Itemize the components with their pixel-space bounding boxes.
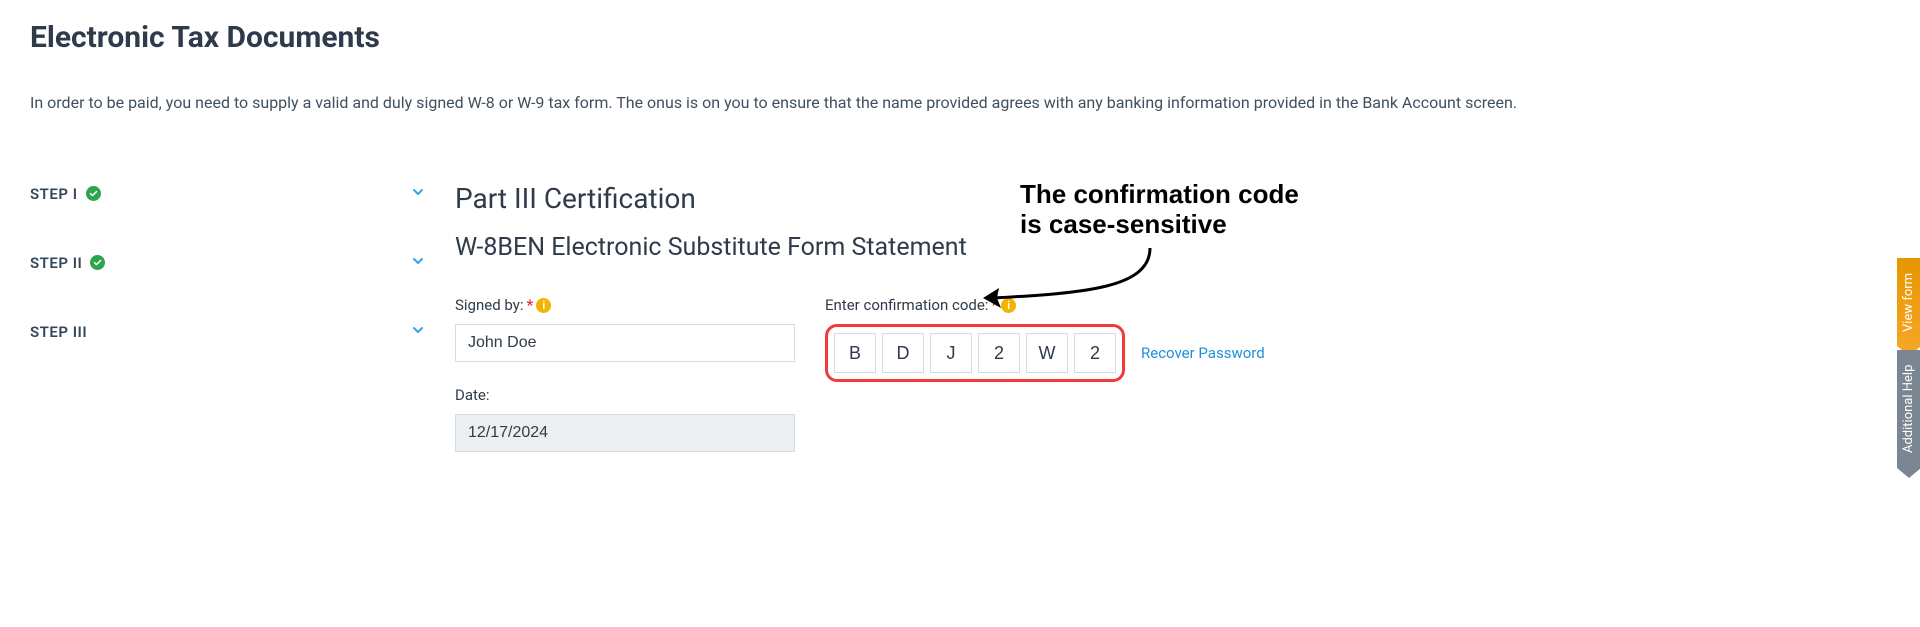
annotation-callout: The confirmation code is case-sensitive — [1020, 180, 1420, 240]
step-2[interactable]: STEP II — [30, 251, 425, 274]
info-icon[interactable]: i — [536, 298, 551, 313]
step-label: STEP II — [30, 254, 82, 272]
code-cell-2[interactable] — [882, 333, 924, 373]
chevron-down-icon — [411, 322, 425, 341]
check-icon — [90, 255, 105, 270]
page-title: Electronic Tax Documents — [30, 20, 1890, 55]
chevron-down-icon — [411, 253, 425, 272]
annotation-arrow-icon — [975, 238, 1205, 318]
code-cell-4[interactable] — [978, 333, 1020, 373]
step-nav: STEP I STEP II — [30, 182, 425, 389]
code-cell-6[interactable] — [1074, 333, 1116, 373]
intro-text: In order to be paid, you need to supply … — [30, 93, 1890, 112]
required-star-icon: * — [526, 296, 533, 314]
annotation-line-1: The confirmation code — [1020, 179, 1299, 209]
date-input — [455, 414, 795, 452]
code-cell-3[interactable] — [930, 333, 972, 373]
annotation-line-2: is case-sensitive — [1020, 209, 1227, 239]
confirmation-code-group — [825, 324, 1125, 382]
signed-by-input[interactable] — [455, 324, 795, 362]
date-label: Date: — [455, 386, 795, 404]
step-3[interactable]: STEP III — [30, 320, 425, 343]
recover-password-link[interactable]: Recover Password — [1141, 344, 1265, 362]
step-label: STEP III — [30, 323, 87, 341]
code-cell-5[interactable] — [1026, 333, 1068, 373]
code-cell-1[interactable] — [834, 333, 876, 373]
step-label: STEP I — [30, 185, 78, 203]
view-form-tab[interactable]: View form — [1897, 258, 1920, 346]
step-1[interactable]: STEP I — [30, 182, 425, 205]
signed-by-label: Signed by:* i — [455, 296, 795, 314]
check-icon — [86, 186, 101, 201]
additional-help-tab[interactable]: Additional Help — [1897, 350, 1920, 468]
chevron-down-icon — [411, 184, 425, 203]
